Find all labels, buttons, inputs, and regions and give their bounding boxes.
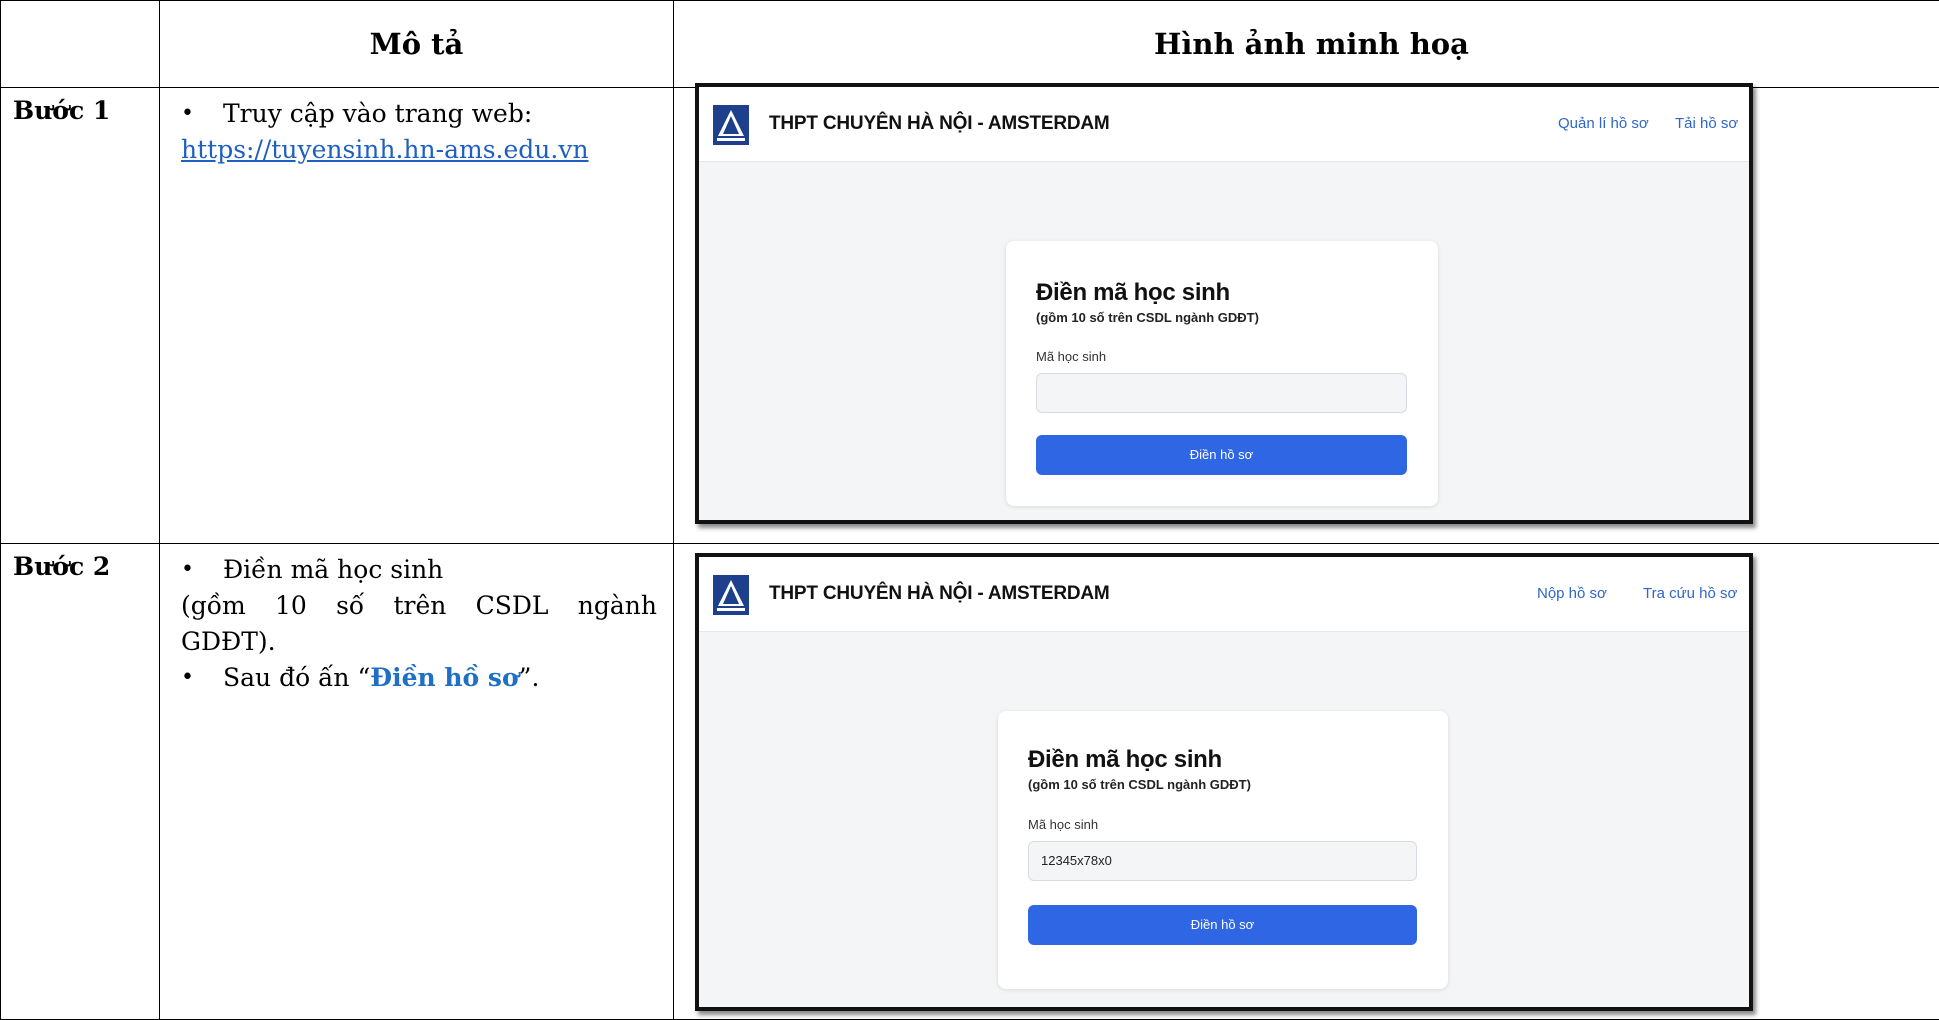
student-code-input[interactable]: [1036, 373, 1407, 413]
nav-lookup-profile[interactable]: Tra cứu hồ sơ: [1643, 557, 1737, 631]
step-label: Bước 2: [1, 544, 159, 581]
website-link[interactable]: https://tuyensinh.hn-ams.edu.vn: [181, 135, 589, 164]
step-description: • Điền mã học sinh (gồm 10 số trên CSDL …: [160, 544, 673, 696]
student-code-input[interactable]: 12345x78x0: [1028, 841, 1417, 881]
highlighted-button-name: Điền hồ sơ: [370, 663, 518, 692]
nav-download-profile[interactable]: Tải hồ sơ: [1675, 87, 1738, 161]
step-text-end: ”.: [519, 663, 540, 692]
student-code-card: Điền mã học sinh (gồm 10 số trên CSDL ng…: [1006, 241, 1438, 506]
header-empty-cell: [1, 1, 160, 88]
step-text-continued: (gồm 10 số trên CSDL ngành: [181, 588, 657, 624]
card-subtitle: (gồm 10 số trên CSDL ngành GDĐT): [1036, 310, 1259, 325]
list-item: • Truy cập vào trang web:: [181, 96, 657, 132]
bullet-icon: •: [181, 96, 223, 132]
step-text: Điền mã học sinh: [223, 552, 443, 588]
site-brand[interactable]: THPT CHUYÊN HÀ NỘI - AMSTERDAM: [769, 87, 1110, 161]
screenshot-step-1: THPT CHUYÊN HÀ NỘI - AMSTERDAM Quản lí h…: [695, 83, 1753, 524]
site-header: THPT CHUYÊN HÀ NỘI - AMSTERDAM Quản lí h…: [699, 87, 1749, 162]
step-label: Bước 1: [1, 88, 159, 125]
screenshot-step-2: THPT CHUYÊN HÀ NỘI - AMSTERDAM Nộp hồ sơ…: [695, 553, 1753, 1011]
bullet-icon: •: [181, 552, 223, 588]
school-logo-icon: [713, 575, 749, 615]
nav-manage-profile[interactable]: Quản lí hồ sơ: [1558, 87, 1649, 161]
student-code-label: Mã học sinh: [1028, 817, 1098, 832]
card-subtitle: (gồm 10 số trên CSDL ngành GDĐT): [1028, 777, 1251, 792]
card-title: Điền mã học sinh: [1028, 746, 1222, 774]
header-description: Mô tả: [160, 1, 674, 88]
step-text: Truy cập vào trang web:: [223, 96, 532, 132]
list-item: • Điền mã học sinh: [181, 552, 657, 588]
card-title: Điền mã học sinh: [1036, 279, 1230, 307]
nav-submit-profile[interactable]: Nộp hồ sơ: [1537, 557, 1607, 631]
step-text-continued-end: GDĐT).: [181, 624, 657, 660]
bullet-icon: •: [181, 660, 223, 696]
fill-profile-button[interactable]: Điền hồ sơ: [1028, 905, 1417, 945]
step-text: Sau đó ấn “: [223, 663, 370, 692]
fill-profile-button[interactable]: Điền hồ sơ: [1036, 435, 1407, 475]
school-logo-icon: [713, 105, 749, 145]
table-header-row: Mô tả Hình ảnh minh hoạ: [1, 1, 1939, 88]
student-code-label: Mã học sinh: [1036, 349, 1106, 364]
site-brand[interactable]: THPT CHUYÊN HÀ NỘI - AMSTERDAM: [769, 557, 1110, 631]
step-description: • Truy cập vào trang web: https://tuyens…: [160, 88, 673, 168]
student-code-card: Điền mã học sinh (gồm 10 số trên CSDL ng…: [998, 711, 1448, 989]
header-illustration: Hình ảnh minh hoạ: [674, 1, 1939, 88]
list-item: • Sau đó ấn “Điền hồ sơ”.: [181, 660, 657, 696]
site-header: THPT CHUYÊN HÀ NỘI - AMSTERDAM Nộp hồ sơ…: [699, 557, 1749, 632]
